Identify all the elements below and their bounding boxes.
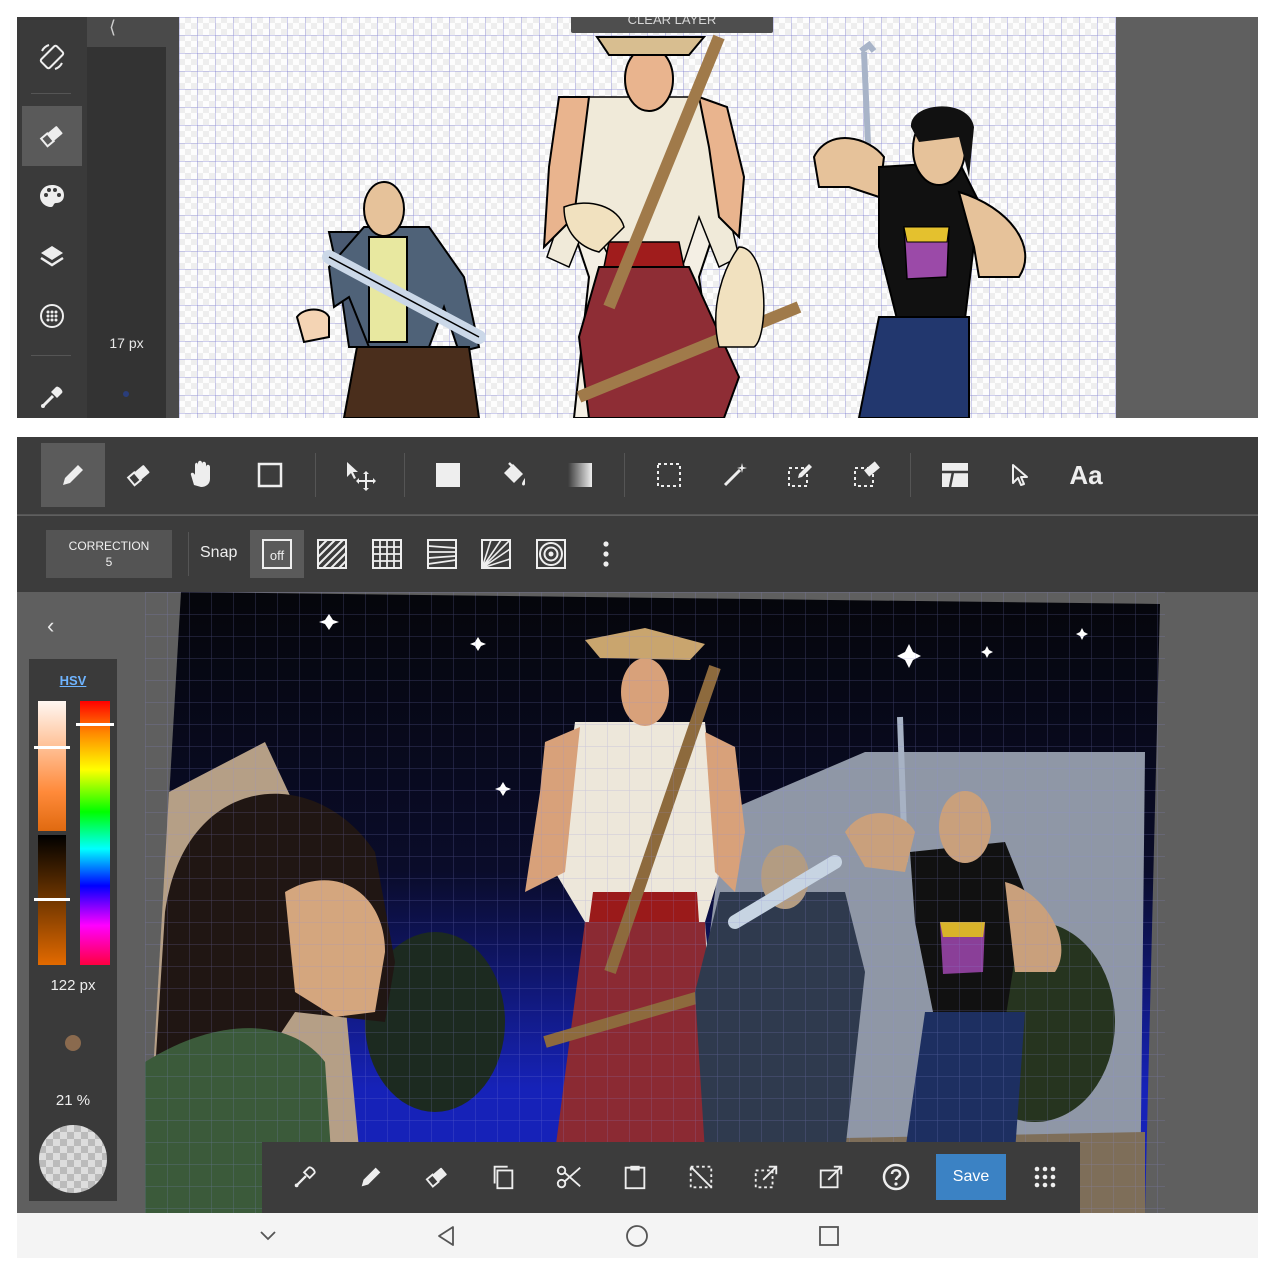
- eraser-icon[interactable]: [412, 1152, 462, 1202]
- import-icon[interactable]: [806, 1152, 856, 1202]
- cut-icon[interactable]: [544, 1152, 594, 1202]
- system-navigation-bar: [17, 1213, 1258, 1258]
- deselect-icon[interactable]: [676, 1152, 726, 1202]
- rectangle-icon[interactable]: [238, 443, 302, 507]
- gradient-icon[interactable]: [548, 443, 612, 507]
- save-button[interactable]: Save: [936, 1154, 1006, 1200]
- color-panel: HSV 122 px 21 %: [29, 659, 117, 1201]
- top-screenshot: ⟨ 17 px CLEAR LAYER: [17, 17, 1258, 418]
- correction-label: CORRECTION: [68, 539, 150, 553]
- brush-dot: [123, 391, 129, 397]
- apps-grid-icon[interactable]: [1020, 1152, 1070, 1202]
- select-pen-icon[interactable]: [768, 443, 832, 507]
- value-handle[interactable]: [34, 898, 70, 901]
- back-icon[interactable]: [431, 1221, 461, 1251]
- right-gutter: [1116, 17, 1258, 418]
- export-icon[interactable]: [741, 1152, 791, 1202]
- text-icon[interactable]: Aa: [1054, 443, 1118, 507]
- brush-panel: ⟨ 17 px: [87, 17, 179, 418]
- brush-preview: [87, 47, 166, 418]
- tool-rail: [17, 17, 87, 418]
- hue-handle[interactable]: [76, 723, 114, 726]
- secondary-toolbar: CORRECTION 5 Snap off: [17, 516, 1258, 592]
- snap-off-text: off: [270, 548, 285, 563]
- eyedropper-icon[interactable]: [280, 1152, 330, 1202]
- character-bald: [295, 181, 486, 418]
- layout-icon[interactable]: [923, 443, 987, 507]
- snap-off-button[interactable]: off: [250, 530, 304, 578]
- home-icon[interactable]: [622, 1221, 652, 1251]
- scene-art: [145, 592, 1165, 1213]
- grid-icon[interactable]: [22, 286, 82, 346]
- eraser-icon[interactable]: [22, 106, 82, 166]
- copy-icon[interactable]: [478, 1152, 528, 1202]
- snap-perspective-icon[interactable]: [415, 530, 469, 578]
- select-eraser-icon[interactable]: [834, 443, 898, 507]
- bucket-icon[interactable]: [482, 443, 546, 507]
- snap-grid-icon[interactable]: [360, 530, 414, 578]
- hide-keyboard-icon[interactable]: [253, 1221, 283, 1251]
- correction-value: 5: [105, 555, 113, 569]
- bottom-action-bar: Save: [262, 1142, 1080, 1213]
- opacity-preview[interactable]: [39, 1125, 107, 1193]
- character-samurai: [542, 34, 802, 418]
- saturation-handle[interactable]: [34, 746, 70, 749]
- hsv-mode-link[interactable]: HSV: [29, 673, 117, 688]
- current-color-dot: [65, 1035, 81, 1051]
- brush-size-label: 122 px: [50, 977, 96, 994]
- help-icon[interactable]: [871, 1152, 921, 1202]
- rotate-icon[interactable]: [22, 27, 82, 87]
- more-options-icon[interactable]: [579, 530, 633, 578]
- hue-slider[interactable]: [80, 701, 110, 965]
- opacity-label: 21 %: [55, 1092, 91, 1109]
- snap-concentric-icon[interactable]: [524, 530, 578, 578]
- snap-label: Snap: [200, 544, 238, 561]
- paste-icon[interactable]: [610, 1152, 660, 1202]
- bottom-screenshot: Aa CORRECTION 5 Snap off ‹ HSV 122 px 21…: [17, 437, 1258, 1213]
- palette-icon[interactable]: [22, 166, 82, 226]
- drawing-canvas[interactable]: [179, 17, 1116, 418]
- collapse-icon[interactable]: ⟨: [109, 17, 116, 38]
- correction-button[interactable]: CORRECTION 5: [46, 530, 172, 578]
- saturation-slider[interactable]: [38, 701, 66, 831]
- main-toolbar: Aa: [17, 437, 1258, 515]
- layers-icon[interactable]: [22, 226, 82, 286]
- clear-layer-button[interactable]: CLEAR LAYER: [571, 17, 773, 33]
- select-rect-icon[interactable]: [637, 443, 701, 507]
- eraser-icon[interactable]: [107, 443, 171, 507]
- pencil-icon[interactable]: [346, 1152, 396, 1202]
- brush-size-label: 17 px: [109, 335, 144, 351]
- pointer-icon[interactable]: [988, 443, 1052, 507]
- fill-rect-icon[interactable]: [416, 443, 480, 507]
- move-icon[interactable]: [328, 443, 392, 507]
- recents-icon[interactable]: [814, 1221, 844, 1251]
- magic-wand-icon[interactable]: [703, 443, 767, 507]
- character-thug: [812, 40, 1027, 418]
- pencil-icon[interactable]: [41, 443, 105, 507]
- snap-radial-icon[interactable]: [469, 530, 523, 578]
- artwork-canvas[interactable]: [145, 592, 1165, 1213]
- hand-icon[interactable]: [169, 443, 233, 507]
- eyedropper-icon[interactable]: [22, 367, 82, 418]
- snap-parallel-icon[interactable]: [305, 530, 359, 578]
- line-art: [295, 34, 1027, 418]
- back-chevron-icon[interactable]: ‹: [47, 613, 54, 639]
